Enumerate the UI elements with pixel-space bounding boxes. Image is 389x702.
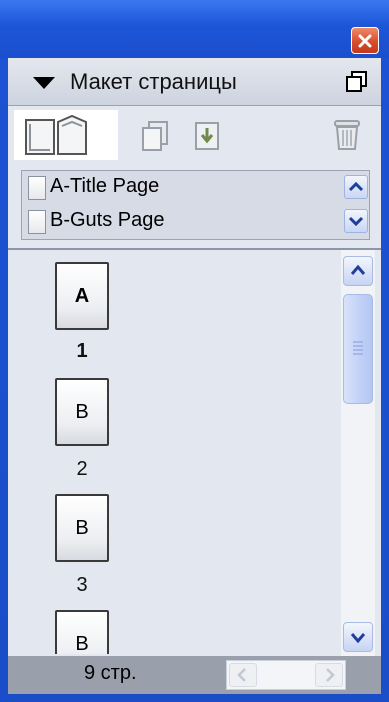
panel-footer: 9 стр. xyxy=(8,656,381,694)
insert-page-icon xyxy=(195,122,219,150)
delete-page-button[interactable] xyxy=(333,118,361,157)
document-pages-list: A 1 B 2 B 3 B xyxy=(8,250,381,654)
page-item[interactable]: A 1 xyxy=(55,262,115,363)
trash-icon xyxy=(334,120,360,150)
page-number: 1 xyxy=(76,340,88,362)
master-pages-list: A-Title Page B-Guts Page xyxy=(21,170,370,240)
floating-palette-window: Макет страницы A-Title Page B-Guts Page … xyxy=(0,0,389,702)
page-master-letter: B xyxy=(75,400,89,423)
page-item[interactable]: B 2 xyxy=(55,378,115,481)
masters-scroll-up-button[interactable] xyxy=(344,175,368,199)
horizontal-scrollbar[interactable] xyxy=(226,660,346,690)
master-item-a-title[interactable]: A-Title Page xyxy=(22,172,342,204)
chevron-right-icon xyxy=(326,668,335,682)
page-thumbnail: B xyxy=(55,494,109,562)
chevron-down-icon xyxy=(350,633,366,644)
master-item-b-guts[interactable]: B-Guts Page xyxy=(22,206,342,238)
pages-vertical-scrollbar[interactable] xyxy=(341,250,375,656)
chevron-down-icon xyxy=(348,216,364,227)
new-page-icon xyxy=(142,121,168,151)
grip-icon xyxy=(353,341,363,355)
master-item-label: A-Title Page xyxy=(50,175,160,197)
scroll-left-button[interactable] xyxy=(229,663,257,687)
master-item-label: B-Guts Page xyxy=(50,209,165,231)
scroll-down-button[interactable] xyxy=(343,622,373,652)
page-layout-panel: Макет страницы A-Title Page B-Guts Page … xyxy=(8,58,381,694)
page-item[interactable]: B xyxy=(55,610,115,654)
chevron-left-icon xyxy=(237,668,246,682)
page-thumbnail: B xyxy=(55,610,109,654)
close-button[interactable] xyxy=(351,27,379,54)
panel-title: Макет страницы xyxy=(70,69,237,94)
chevron-up-icon xyxy=(350,264,366,275)
page-number: 3 xyxy=(76,574,88,596)
master-thumbnail xyxy=(28,210,46,234)
collapse-triangle-icon[interactable] xyxy=(32,76,56,90)
new-page-button[interactable] xyxy=(140,120,170,157)
page-view-toggle-button[interactable] xyxy=(14,110,118,160)
page-view-toggle-icon xyxy=(25,114,87,155)
master-thumbnail xyxy=(28,176,46,200)
window-titlebar[interactable] xyxy=(0,0,389,58)
masters-scroll-down-button[interactable] xyxy=(344,209,368,233)
panel-header[interactable]: Макет страницы xyxy=(8,58,381,106)
scroll-up-button[interactable] xyxy=(343,256,373,286)
page-number: 2 xyxy=(76,458,88,480)
page-master-letter: B xyxy=(75,516,89,539)
chevron-up-icon xyxy=(348,181,364,192)
scroll-right-button[interactable] xyxy=(315,663,343,687)
page-count: 9 стр. xyxy=(84,662,137,684)
page-thumbnail: A xyxy=(55,262,109,330)
page-item[interactable]: B 3 xyxy=(55,494,115,597)
page-master-letter: A xyxy=(74,284,90,307)
close-icon xyxy=(358,34,372,48)
page-master-letter: B xyxy=(75,632,89,655)
panel-menu-icon[interactable] xyxy=(345,70,369,94)
scroll-thumb[interactable] xyxy=(343,294,373,404)
insert-page-button[interactable] xyxy=(193,120,221,157)
page-thumbnail: B xyxy=(55,378,109,446)
panel-toolbar xyxy=(8,106,381,166)
